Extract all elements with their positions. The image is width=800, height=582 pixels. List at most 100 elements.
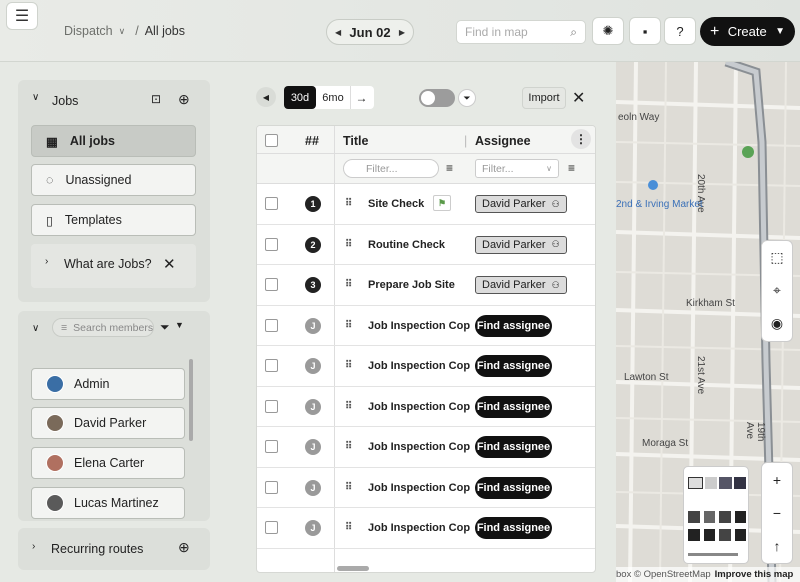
member-david-parker[interactable]: David Parker (31, 407, 185, 439)
row-title[interactable]: Job Inspection Cop (368, 320, 470, 332)
row-title[interactable]: Job Inspection Cop (368, 482, 470, 494)
zoom-in-button[interactable]: + (762, 463, 792, 496)
map-toggle-switch[interactable] (419, 89, 455, 107)
table-row[interactable]: J ⠿ Job Inspection Cop Find assignee (257, 346, 595, 387)
row-title[interactable]: Site Check (368, 198, 424, 210)
north-arrow-button[interactable]: ↑ (762, 529, 792, 562)
drag-handle-icon[interactable]: ⠿ (345, 360, 352, 371)
table-row[interactable]: 1 ⠿ Site Check ⚑ David Parker ⚇ (257, 184, 595, 225)
arrow-right-icon[interactable]: → (350, 86, 372, 109)
drag-handle-icon[interactable]: ⠿ (345, 482, 352, 493)
row-checkbox[interactable] (265, 237, 278, 251)
eye-icon[interactable]: ◉ (762, 307, 792, 340)
table-row[interactable]: J ⠿ Job Inspection Cop Find assignee (257, 427, 595, 468)
find-assignee-button[interactable]: Find assignee (475, 517, 552, 539)
row-checkbox[interactable] (265, 480, 278, 494)
add-route-icon[interactable]: ⊕ (178, 539, 190, 556)
row-title[interactable]: Job Inspection Cop (368, 441, 470, 453)
assignee-chip[interactable]: David Parker ⚇ (475, 235, 567, 254)
table-horizontal-scrollbar[interactable] (337, 566, 369, 571)
col-divider[interactable]: | (464, 134, 467, 148)
menu-button[interactable]: ☰ (6, 2, 38, 30)
map-search-input[interactable]: Find in map ⌕ (456, 20, 586, 44)
sort-icon[interactable]: ≡ (446, 161, 453, 175)
table-row[interactable]: J ⠿ Job Inspection Cop Find assignee (257, 306, 595, 346)
collapse-members-icon[interactable]: ∨ (32, 323, 39, 334)
attribution-text[interactable]: box © OpenStreetMap (616, 569, 711, 580)
openai-button[interactable]: ✺ (592, 17, 624, 45)
sidebar-item-unassigned[interactable]: ◌ Unassigned (31, 164, 196, 196)
next-day-icon[interactable]: ▶ (399, 28, 405, 37)
row-checkbox[interactable] (265, 399, 278, 413)
col-num-header[interactable]: ## (305, 134, 319, 148)
find-assignee-button[interactable]: Find assignee (475, 355, 552, 377)
prev-day-icon[interactable]: ◀ (335, 28, 341, 37)
drag-handle-icon[interactable]: ⠿ (345, 441, 352, 452)
assignee-chip[interactable]: David Parker ⚇ (475, 195, 567, 213)
drag-handle-icon[interactable]: ⠿ (345, 522, 352, 533)
col-assignee-header[interactable]: Assignee (475, 134, 531, 148)
drag-handle-icon[interactable]: ⠿ (345, 320, 352, 331)
find-assignee-button[interactable]: Find assignee (475, 314, 552, 337)
find-assignee-button[interactable]: Find assignee (475, 436, 552, 458)
row-title[interactable]: Job Inspection Cop (368, 401, 470, 413)
row-title[interactable]: Routine Check (368, 239, 445, 251)
help-button[interactable]: ? (664, 17, 696, 45)
collapse-jobs-icon[interactable]: ∨ (32, 92, 39, 103)
zoom-out-button[interactable]: − (762, 496, 792, 529)
sort-icon[interactable]: ≡ (568, 161, 575, 175)
map-opacity-slider[interactable] (688, 553, 738, 556)
select-all-checkbox[interactable] (265, 134, 278, 147)
what-are-jobs-card[interactable]: › What are Jobs? ✕ (31, 244, 196, 288)
assignee-filter-select[interactable]: Filter... ∨ (475, 159, 559, 178)
find-assignee-button[interactable]: Find assignee (475, 395, 552, 418)
range-30d-button[interactable]: 30d (284, 86, 316, 109)
sidebar-item-all-jobs[interactable]: ▦ All jobs (31, 125, 196, 157)
range-prev-button[interactable]: ◀ (256, 87, 276, 107)
row-checkbox[interactable] (265, 197, 278, 210)
more-options-icon[interactable]: ⋮ (571, 129, 591, 149)
funnel-icon[interactable]: ⏷ (160, 320, 170, 335)
row-checkbox[interactable] (265, 359, 278, 372)
table-row[interactable]: J ⠿ Job Inspection Cop Find assignee (257, 508, 595, 549)
row-title[interactable]: Job Inspection Cop (368, 360, 470, 372)
assignee-chip[interactable]: David Parker ⚇ (475, 276, 567, 294)
scan-icon[interactable]: ⊡ (151, 92, 161, 106)
members-scrollbar[interactable] (189, 359, 193, 441)
map-style-picker[interactable] (683, 466, 749, 564)
col-title-header[interactable]: Title (343, 134, 368, 148)
row-title[interactable]: Prepare Job Site (368, 279, 455, 291)
current-date[interactable]: Jun 02 (349, 25, 390, 40)
row-checkbox[interactable] (265, 440, 278, 453)
import-button[interactable]: Import (522, 87, 566, 109)
recurring-routes-panel[interactable]: › Recurring routes ⊕ (18, 528, 210, 570)
row-checkbox[interactable] (265, 278, 278, 291)
table-row[interactable]: J ⠿ Job Inspection Cop Find assignee (257, 468, 595, 508)
select-area-icon[interactable]: ⬚ (762, 241, 792, 274)
add-location-icon[interactable]: ⌖ (762, 274, 792, 307)
improve-map-link[interactable]: Improve this map (715, 569, 794, 580)
row-checkbox[interactable] (265, 318, 278, 332)
date-picker[interactable]: ◀ Jun 02 ▶ (326, 19, 414, 45)
title-filter-input[interactable]: Filter... (343, 159, 439, 178)
drag-handle-icon[interactable]: ⠿ (345, 279, 352, 290)
drag-handle-icon[interactable]: ⠿ (345, 401, 352, 412)
chevron-down-icon[interactable]: ▼ (175, 320, 184, 330)
chat-button[interactable]: ▪ (629, 17, 661, 45)
drag-handle-icon[interactable]: ⠿ (345, 198, 352, 209)
row-title[interactable]: Job Inspection Cop (368, 522, 470, 534)
member-search-input[interactable]: ≡ Search members (52, 318, 154, 337)
close-icon[interactable]: ✕ (572, 88, 585, 108)
drag-handle-icon[interactable]: ⠿ (345, 239, 352, 250)
range-6mo-button[interactable]: 6mo (316, 86, 350, 109)
map-layer-icons[interactable] (688, 511, 746, 523)
filter-button[interactable]: ⏷ (458, 89, 476, 107)
table-row[interactable]: 2 ⠿ Routine Check David Parker ⚇ (257, 225, 595, 265)
member-elena-carter[interactable]: Elena Carter (31, 447, 185, 479)
table-row[interactable]: J ⠿ Job Inspection Cop Find assignee (257, 387, 595, 427)
chevron-down-icon[interactable]: ∨ (119, 26, 126, 37)
map-style-thumbs[interactable] (688, 477, 746, 489)
sidebar-item-templates[interactable]: ▯ Templates (31, 204, 196, 236)
table-row[interactable]: 3 ⠿ Prepare Job Site David Parker ⚇ (257, 265, 595, 306)
close-icon[interactable]: ✕ (163, 255, 176, 273)
